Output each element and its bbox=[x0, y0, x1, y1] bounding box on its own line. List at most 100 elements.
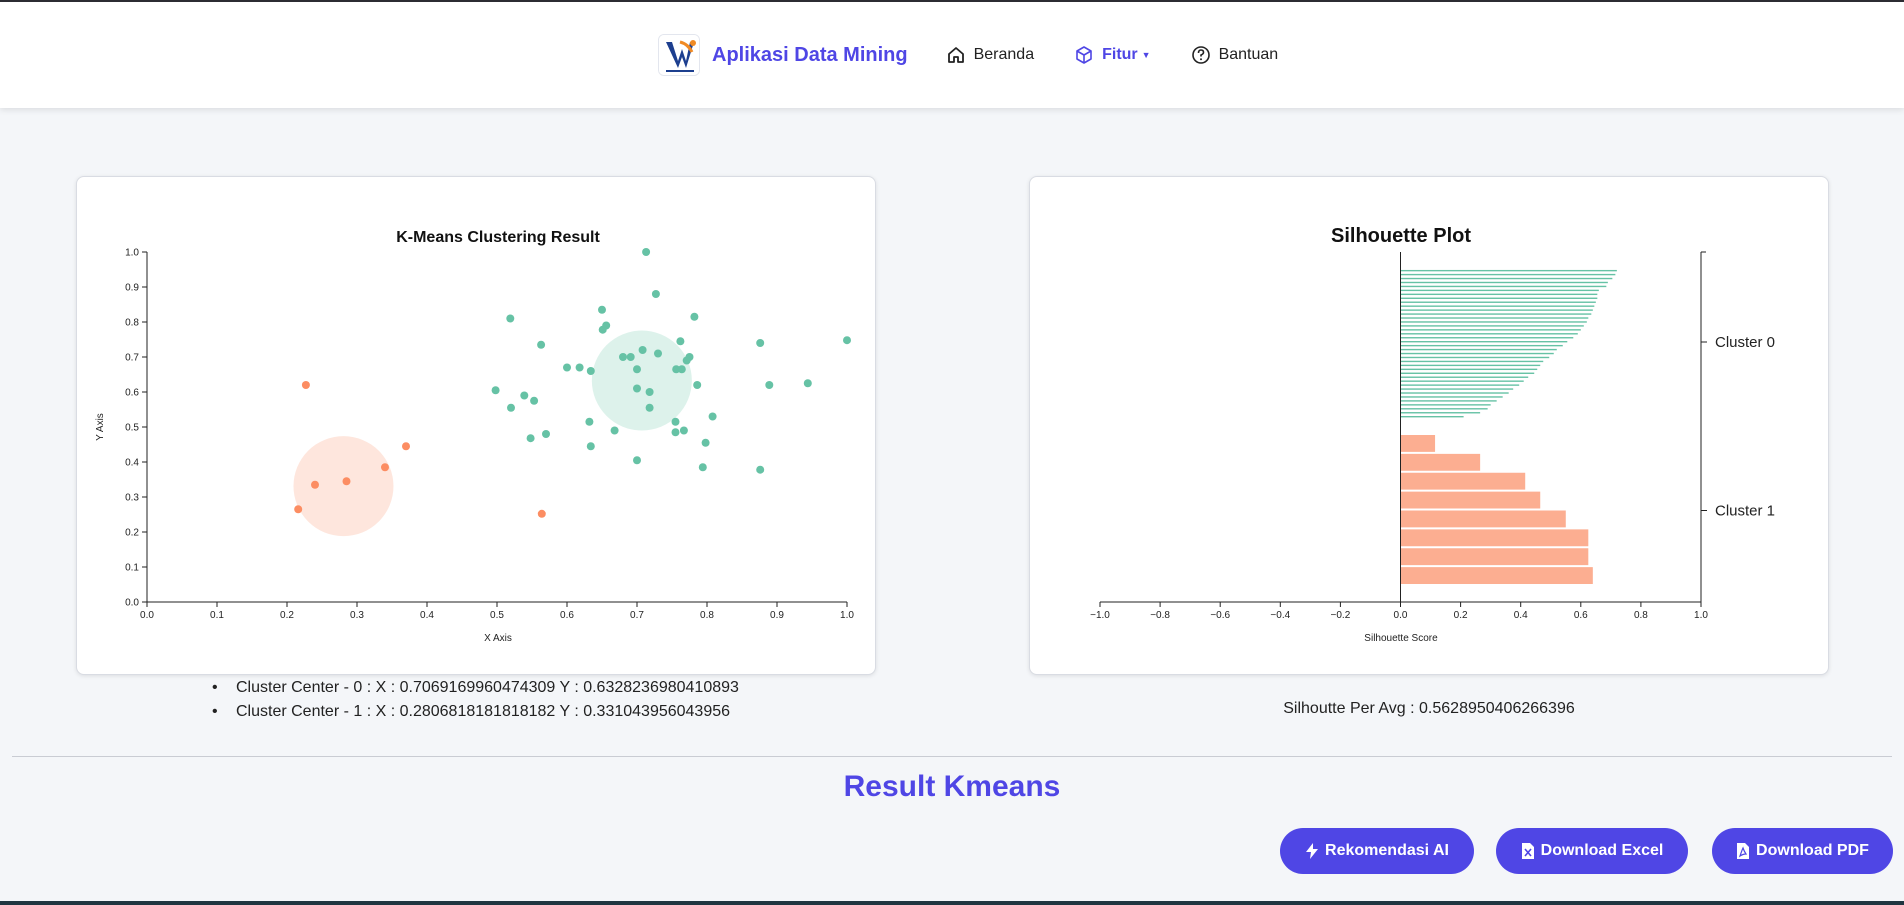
silhouette-bar-cluster-0 bbox=[1400, 301, 1596, 303]
rekomendasi-ai-label: Rekomendasi AI bbox=[1325, 842, 1449, 859]
silhouette-bar-chart: Silhouette Plot Silhouette Score −1.0 −0.… bbox=[1090, 225, 1775, 644]
rekomendasi-ai-button[interactable]: Rekomendasi AI bbox=[1280, 828, 1474, 874]
cluster-0-point bbox=[626, 353, 635, 361]
kmeans-x-tick-label: 0.3 bbox=[350, 610, 364, 621]
silhouette-x-tick-label: −0.2 bbox=[1331, 610, 1351, 621]
nav-item-fitur[interactable]: Fitur ▼ bbox=[1074, 45, 1151, 65]
silhouette-plot-area: −1.0 −0.8 −0.6 −0.4 −0.2 0.0 0.2 0.4 0.6 0.8 1.0 Cl… bbox=[1090, 251, 1775, 621]
silhouette-bar-cluster-0 bbox=[1400, 388, 1514, 390]
cluster-0-point bbox=[708, 412, 717, 421]
silhouette-x-tick-label: 0.0 bbox=[1394, 610, 1408, 621]
cluster-1-point bbox=[311, 480, 319, 489]
silhouette-bar-cluster-0 bbox=[1400, 273, 1616, 276]
silhouette-x-tick-label: −0.4 bbox=[1270, 610, 1290, 621]
kmeans-x-tick-label: 0.9 bbox=[770, 610, 784, 621]
silhouette-bar-cluster-1 bbox=[1400, 453, 1481, 471]
silhouette-bar-cluster-0 bbox=[1400, 289, 1599, 292]
silhouette-average: Silhoutte Per Avg : 0.5628950406266396 bbox=[1283, 700, 1575, 717]
cluster-0-point bbox=[563, 363, 571, 372]
nav-item-bantuan[interactable]: Bantuan bbox=[1191, 45, 1279, 65]
silhouette-bar-cluster-0 bbox=[1400, 317, 1589, 319]
kmeans-x-tick-label: 0.0 bbox=[140, 610, 154, 621]
kmeans-x-tick-label: 0.4 bbox=[420, 610, 434, 621]
cluster-0-point bbox=[542, 430, 550, 438]
silhouette-bar-cluster-1 bbox=[1400, 472, 1526, 490]
cluster-0-point bbox=[642, 248, 651, 256]
cluster-0-point bbox=[633, 384, 641, 393]
silhouette-bar-cluster-0 bbox=[1400, 400, 1497, 402]
cluster-0-point bbox=[679, 426, 688, 435]
silhouette-cluster-label-0: Cluster 0 bbox=[1715, 334, 1775, 351]
brand-title[interactable]: Aplikasi Data Mining bbox=[712, 44, 908, 67]
silhouette-bar-cluster-0 bbox=[1400, 384, 1520, 386]
nav-item-beranda-label: Beranda bbox=[973, 46, 1035, 63]
home-icon bbox=[947, 47, 964, 63]
kmeans-plot-area: 0.0 0.1 0.2 0.3 0.4 0.5 0.6 0.7 0.8 0.9 1.0 0.0 0.1 0… bbox=[125, 248, 854, 622]
silhouette-bar-cluster-0 bbox=[1400, 341, 1568, 343]
cluster-0-point bbox=[698, 463, 707, 472]
silhouette-bar-cluster-0 bbox=[1400, 368, 1538, 371]
kmeans-x-axis-label: X Axis bbox=[484, 633, 512, 644]
cluster-0-point bbox=[526, 434, 535, 443]
cluster-0-point bbox=[507, 403, 515, 412]
silhouette-bar-cluster-1 bbox=[1400, 567, 1593, 584]
app-logo[interactable] bbox=[658, 34, 700, 76]
silhouette-bar-cluster-0 bbox=[1400, 337, 1574, 339]
silhouette-bar-cluster-0 bbox=[1400, 404, 1491, 406]
file-excel-icon bbox=[1521, 843, 1534, 859]
download-excel-button[interactable]: Download Excel bbox=[1496, 828, 1688, 874]
cluster-0-point bbox=[520, 391, 529, 400]
nav-item-bantuan-label: Bantuan bbox=[1218, 46, 1279, 63]
kmeans-x-tick-label: 0.5 bbox=[490, 610, 504, 621]
silhouette-chart-card: Silhouette Plot Silhouette Score −1.0 −0.… bbox=[1029, 176, 1829, 675]
silhouette-bar-cluster-0 bbox=[1400, 416, 1464, 418]
silhouette-bar-cluster-0 bbox=[1400, 333, 1578, 335]
cluster-0-point bbox=[638, 346, 647, 354]
cluster-0-point bbox=[765, 381, 774, 389]
kmeans-chart-title: K-Means Clustering Result bbox=[396, 229, 600, 246]
silhouette-x-tick-label: 0.6 bbox=[1574, 610, 1588, 621]
kmeans-y-tick-label: 0.7 bbox=[125, 353, 139, 364]
silhouette-x-tick-label: 0.4 bbox=[1514, 610, 1528, 621]
silhouette-bar-cluster-0 bbox=[1400, 321, 1587, 323]
silhouette-chart-title: Silhouette Plot bbox=[1331, 225, 1471, 247]
silhouette-x-tick-label: 0.8 bbox=[1634, 610, 1648, 621]
kmeans-y-tick-label: 0.4 bbox=[125, 458, 139, 469]
silhouette-bar-cluster-0 bbox=[1400, 408, 1488, 410]
cluster-0-point bbox=[598, 325, 607, 334]
silhouette-x-tick-label: 0.2 bbox=[1454, 610, 1468, 621]
cluster-0-point bbox=[619, 353, 627, 361]
cluster-0-point bbox=[645, 403, 654, 412]
silhouette-bar-cluster-1 bbox=[1400, 529, 1589, 547]
silhouette-bar-cluster-0 bbox=[1400, 309, 1593, 311]
silhouette-bar-cluster-0 bbox=[1400, 277, 1613, 280]
kmeans-y-tick-label: 0.6 bbox=[125, 388, 139, 399]
silhouette-bar-cluster-0 bbox=[1400, 313, 1592, 315]
silhouette-bar-cluster-0 bbox=[1400, 305, 1595, 307]
silhouette-bar-cluster-0 bbox=[1400, 344, 1563, 347]
silhouette-bar-cluster-0 bbox=[1400, 396, 1503, 398]
cluster-0-point bbox=[690, 312, 699, 321]
cluster-1-point bbox=[381, 463, 389, 472]
kmeans-y-tick-label: 0.1 bbox=[125, 563, 139, 574]
cluster-center-1: Cluster Center - 1 : X : 0.2806818181818… bbox=[210, 700, 739, 724]
nav-item-beranda[interactable]: Beranda bbox=[946, 45, 1035, 65]
download-pdf-button[interactable]: Download PDF bbox=[1712, 828, 1893, 874]
cluster-0-point bbox=[506, 314, 515, 323]
silhouette-bar-cluster-1 bbox=[1400, 435, 1436, 452]
cluster-0-point bbox=[756, 465, 765, 474]
cluster-0-point bbox=[682, 356, 691, 365]
silhouette-bar-cluster-0 bbox=[1400, 329, 1581, 331]
kmeans-y-tick-label: 0.0 bbox=[125, 598, 139, 609]
kmeans-x-tick-label: 0.1 bbox=[210, 610, 224, 621]
result-title: Result Kmeans bbox=[843, 770, 1061, 803]
silhouette-bar-cluster-1 bbox=[1400, 491, 1541, 509]
cluster-0-point bbox=[756, 339, 765, 347]
cluster-1-point bbox=[342, 477, 351, 486]
cluster-0-point bbox=[701, 438, 710, 447]
cluster-1-point bbox=[301, 381, 310, 389]
silhouette-bar-cluster-0 bbox=[1400, 392, 1509, 394]
file-pdf-icon bbox=[1737, 843, 1750, 859]
kmeans-chart-card: K-Means Clustering Result X Axis Y Axis … bbox=[76, 176, 876, 675]
silhouette-bar-cluster-0 bbox=[1400, 376, 1529, 378]
